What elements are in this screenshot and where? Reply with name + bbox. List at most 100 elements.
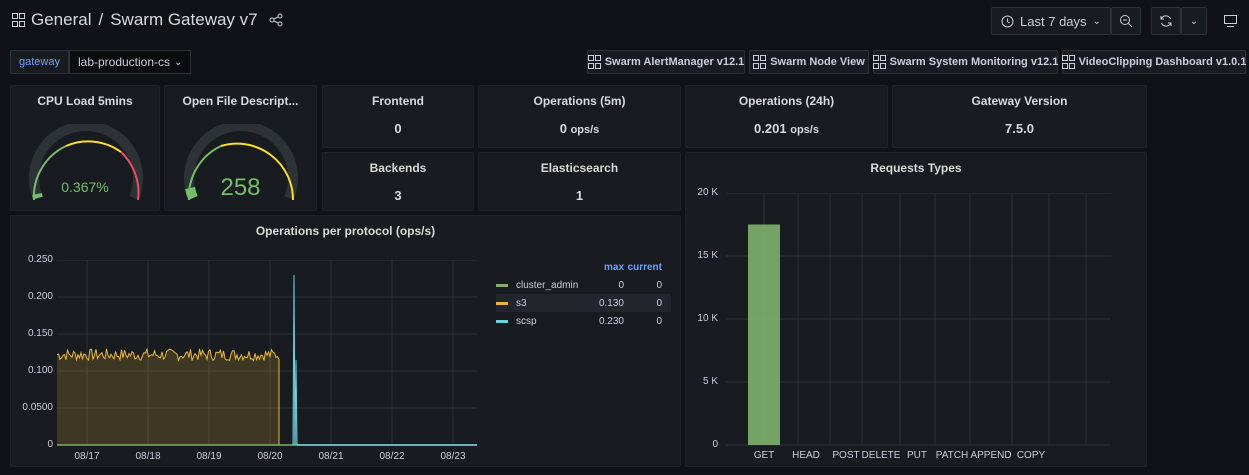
legend-max: 0.230	[598, 315, 624, 327]
dashboard-grid-icon	[587, 55, 601, 69]
panel-backends[interactable]: Backends 3	[322, 152, 474, 211]
legend-item-cluster-admin[interactable]: cluster_admin 0 0	[496, 276, 671, 294]
panel-operations-24h[interactable]: Operations (24h) 0.201 ops/s	[685, 85, 888, 148]
clock-icon	[1001, 15, 1014, 27]
ops5m-unit: ops/s	[570, 124, 600, 136]
zoom-out-icon	[1120, 15, 1133, 28]
panel-title: Gateway Version	[971, 94, 1068, 108]
y-tick-label: 15 K	[697, 250, 718, 261]
bar-category-labels: GET HEAD POST DELETE PUT PATCH APPEND COPY	[726, 450, 1136, 464]
legend-header: max current	[496, 258, 671, 276]
link-label: Swarm System Monitoring v12.1	[889, 56, 1059, 68]
cpu-gauge-value: 0.367%	[61, 179, 109, 195]
x-tick-label: 08/18	[135, 451, 161, 462]
legend-swatch	[496, 283, 508, 287]
gateway-version-value: 7.5.0	[1005, 121, 1034, 136]
frontend-value: 0	[394, 121, 402, 136]
x-tick-label: 08/21	[318, 451, 344, 462]
dashboard-breadcrumb: General / Swarm Gateway v7	[12, 10, 283, 30]
refresh-interval-dropdown[interactable]: ⌄	[1181, 7, 1207, 35]
panel-operations-per-protocol[interactable]: Operations per protocol (ops/s) 0.250 0.…	[10, 215, 681, 467]
ops-legend: max current cluster_admin 0 0 s3 0.130 0…	[496, 258, 671, 330]
bar-get	[748, 224, 780, 445]
monitor-icon	[1223, 15, 1237, 27]
panel-title: Open File Descript...	[182, 94, 299, 108]
time-range-label: Last 7 days	[1020, 13, 1087, 29]
legend-max-header[interactable]: max	[596, 262, 624, 273]
variable-label: gateway	[10, 50, 69, 74]
panel-operations-5m[interactable]: Operations (5m) 0 ops/s	[478, 85, 681, 148]
panel-title: Elasticsearch	[540, 161, 619, 175]
panel-title: CPU Load 5mins	[37, 94, 133, 108]
chevron-down-icon: ⌄	[1189, 15, 1199, 27]
x-tick-label: 08/22	[379, 451, 405, 462]
link-videoclipping[interactable]: VideoClipping Dashboard v1.0.1	[1061, 50, 1246, 74]
panel-title: Operations per protocol (ops/s)	[255, 224, 436, 238]
link-alertmanager[interactable]: Swarm AlertManager v12.1	[587, 50, 745, 74]
requests-bar-chart	[726, 193, 1111, 446]
panel-gateway-version[interactable]: Gateway Version 7.5.0	[892, 85, 1147, 148]
time-range-picker[interactable]: Last 7 days ⌄	[991, 7, 1111, 35]
variable-bar: gateway lab-production-cs ⌄	[10, 50, 192, 74]
dashboard-grid-icon	[872, 55, 886, 69]
legend-current: 0	[656, 315, 662, 327]
refresh-button[interactable]	[1151, 7, 1181, 35]
ops24h-unit: ops/s	[790, 124, 819, 136]
bar-category-label: COPY	[1016, 450, 1046, 461]
link-system-monitoring[interactable]: Swarm System Monitoring v12.1	[872, 50, 1059, 74]
x-tick-label: 08/19	[196, 451, 222, 462]
gateway-select[interactable]: lab-production-cs ⌄	[68, 50, 192, 74]
legend-current-header[interactable]: current	[624, 262, 662, 273]
refresh-icon	[1160, 15, 1172, 27]
ops24h-value: 0.201	[754, 121, 787, 136]
y-tick-label: 0.150	[27, 328, 53, 339]
legend-name: cluster_admin	[516, 279, 579, 291]
panel-title: Operations (24h)	[738, 94, 835, 108]
top-bar: General / Swarm Gateway v7 Last 7 days ⌄…	[0, 0, 1249, 44]
dashboard-grid-icon	[12, 13, 25, 27]
y-tick-label: 0	[712, 439, 718, 450]
scsp-series-spike	[292, 274, 298, 446]
share-icon[interactable]	[269, 13, 283, 27]
panel-frontend[interactable]: Frontend 0	[322, 85, 474, 148]
x-tick-label: 08/20	[257, 451, 283, 462]
y-tick-label: 0.200	[27, 291, 53, 302]
y-tick-label: 20 K	[697, 187, 718, 198]
y-tick-label: 0	[47, 439, 53, 450]
folder-name[interactable]: General	[31, 10, 91, 30]
legend-name: s3	[516, 297, 527, 309]
tv-mode-button[interactable]	[1215, 7, 1245, 35]
panel-title: Backends	[369, 161, 427, 175]
legend-item-scsp[interactable]: scsp 0.230 0	[496, 312, 671, 330]
x-tick-label: 08/17	[74, 451, 100, 462]
backends-value: 3	[394, 188, 402, 203]
ops5m-value-wrap: 0 ops/s	[479, 121, 680, 136]
legend-name: scsp	[516, 315, 537, 327]
panel-title: Operations (5m)	[533, 94, 626, 108]
legend-current: 0	[656, 279, 662, 291]
ops-line-chart	[57, 260, 477, 446]
ops24h-value-wrap: 0.201 ops/s	[686, 121, 887, 136]
legend-current: 0	[656, 297, 662, 309]
s3-series-area	[57, 348, 279, 445]
panel-requests-types[interactable]: Requests Types 20 K 15 K 10 K 5 K 0 GET H…	[685, 152, 1147, 467]
legend-swatch	[496, 301, 508, 305]
panel-elasticsearch[interactable]: Elasticsearch 1	[478, 152, 681, 211]
panel-title: Requests Types	[870, 161, 962, 175]
panel-cpu-load[interactable]: CPU Load 5mins 0.367%	[10, 85, 160, 211]
link-node-view[interactable]: Swarm Node View	[749, 50, 869, 74]
panel-title: Frontend	[372, 94, 424, 108]
legend-max: 0.130	[598, 297, 624, 309]
dashboard-grid-icon	[1061, 55, 1075, 69]
open-files-value: 258	[220, 174, 261, 201]
y-tick-label: 0.0500	[22, 402, 53, 413]
ops5m-value: 0	[559, 121, 567, 136]
panel-open-files[interactable]: Open File Descript... 258	[164, 85, 317, 211]
legend-item-s3[interactable]: s3 0.130 0	[496, 294, 671, 312]
legend-swatch	[496, 319, 508, 323]
dashboard-grid-icon	[753, 55, 767, 69]
elasticsearch-value: 1	[575, 188, 584, 203]
zoom-out-button[interactable]	[1111, 7, 1141, 35]
chevron-down-icon: ⌄	[1092, 15, 1101, 27]
dashboard-title[interactable]: Swarm Gateway v7	[110, 10, 257, 30]
